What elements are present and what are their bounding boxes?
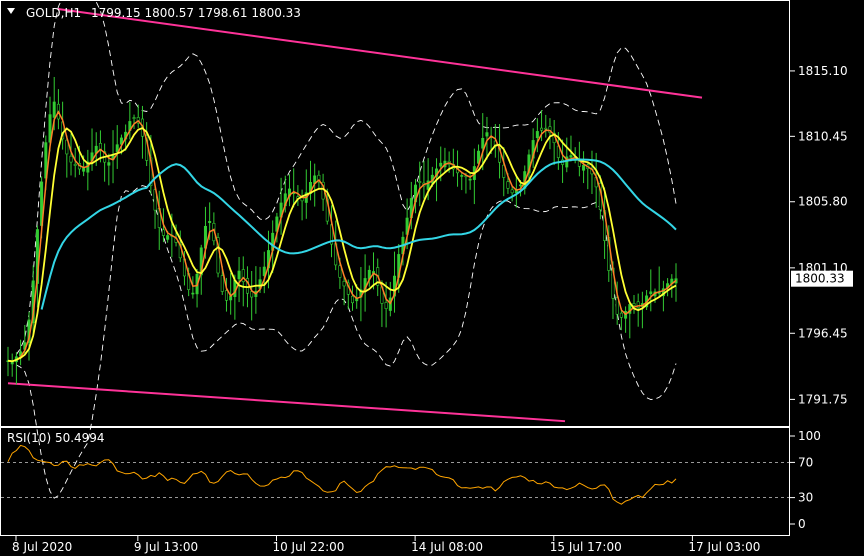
- rsi-title: RSI(10) 50.4994: [7, 431, 105, 445]
- ohlc-values: 1799.15 1800.57 1798.61 1800.33: [91, 6, 301, 20]
- candle-body: [132, 117, 136, 119]
- candle-body: [342, 280, 346, 287]
- candle-body: [52, 101, 56, 118]
- moving-averages: [7, 110, 677, 363]
- candle-body: [161, 229, 165, 236]
- lower-trendline: [7, 382, 566, 423]
- price-tick-label: 1815.10: [798, 64, 848, 78]
- price-tick-label: 1810.45: [798, 129, 848, 143]
- time-tick-label: 8 Jul 2020: [12, 540, 72, 554]
- upper-band: [16, 0, 677, 355]
- price-tick-label: 1791.75: [798, 392, 848, 406]
- candle-body: [166, 235, 170, 240]
- rsi-tick-label: 0: [798, 517, 806, 531]
- candle-body: [481, 137, 485, 149]
- candle-body: [69, 155, 73, 163]
- rsi-tick-label: 70: [798, 455, 813, 469]
- rsi-line: [7, 444, 677, 505]
- candle-body: [649, 291, 653, 295]
- candle-body: [535, 131, 539, 139]
- symbol-dropdown-icon[interactable]: [7, 8, 15, 14]
- candle-body: [485, 132, 489, 137]
- candle-body: [73, 163, 77, 166]
- time-tick-label: 17 Jul 03:00: [688, 540, 760, 554]
- time-tick-label: 9 Jul 13:00: [134, 540, 198, 554]
- current-price-label: 1800.33: [795, 272, 845, 286]
- lower-band: [16, 185, 677, 499]
- symbol-label: GOLD,H1: [26, 6, 81, 20]
- candle-body: [544, 127, 548, 130]
- bollinger-bands: [16, 0, 677, 499]
- price-candles: [6, 76, 678, 385]
- candle-body: [519, 184, 523, 187]
- time-tick-label: 14 Jul 08:00: [411, 540, 483, 554]
- rsi-axis: 0 30 70 100: [790, 429, 821, 531]
- candle-body: [351, 295, 355, 304]
- trendlines: [7, 8, 703, 423]
- ma-slow-line: [40, 158, 677, 310]
- candle-body: [460, 175, 464, 177]
- candle-body: [241, 269, 245, 283]
- main-chart-frame: [0, 0, 790, 427]
- rsi-panel-frame: [0, 427, 790, 536]
- candle-body: [510, 189, 514, 194]
- upper-trendline: [57, 8, 703, 99]
- candle-body: [619, 312, 623, 318]
- candle-body: [569, 155, 573, 158]
- candle-body: [224, 290, 228, 301]
- candle-body: [82, 168, 86, 172]
- rsi-tick-label: 100: [798, 429, 821, 443]
- candle-body: [418, 181, 422, 183]
- rsi-tick-label: 30: [798, 491, 813, 505]
- candle-body: [468, 178, 472, 181]
- candle-body: [237, 270, 241, 280]
- price-tick-label: 1805.80: [798, 195, 848, 209]
- candle-body: [208, 221, 212, 223]
- candle-body: [582, 164, 586, 171]
- rsi-indicator: [1, 444, 789, 505]
- candle-body: [506, 181, 510, 189]
- candle-body: [107, 162, 111, 166]
- candle-body: [540, 127, 544, 131]
- chart-canvas[interactable]: 1791.751796.451801.101805.801810.451815.…: [0, 0, 864, 556]
- candle-body: [250, 291, 254, 298]
- time-axis: 8 Jul 2020 9 Jul 13:00 10 Jul 22:00 14 Jul …: [12, 536, 760, 554]
- candle-body: [191, 292, 195, 295]
- candle-body: [384, 302, 388, 309]
- price-axis: 1791.751796.451801.101805.801810.451815.…: [790, 64, 853, 406]
- candle-body: [632, 303, 636, 306]
- time-tick-label: 15 Jul 17:00: [550, 540, 622, 554]
- candle-body: [220, 275, 224, 292]
- chart-window: 1791.75 1796.45 1801.10 1805.80 1810.45 1815.…: [0, 0, 864, 556]
- price-tick-label: 1796.45: [798, 326, 848, 340]
- candle-body: [439, 162, 443, 167]
- time-tick-label: 10 Jul 22:00: [272, 540, 344, 554]
